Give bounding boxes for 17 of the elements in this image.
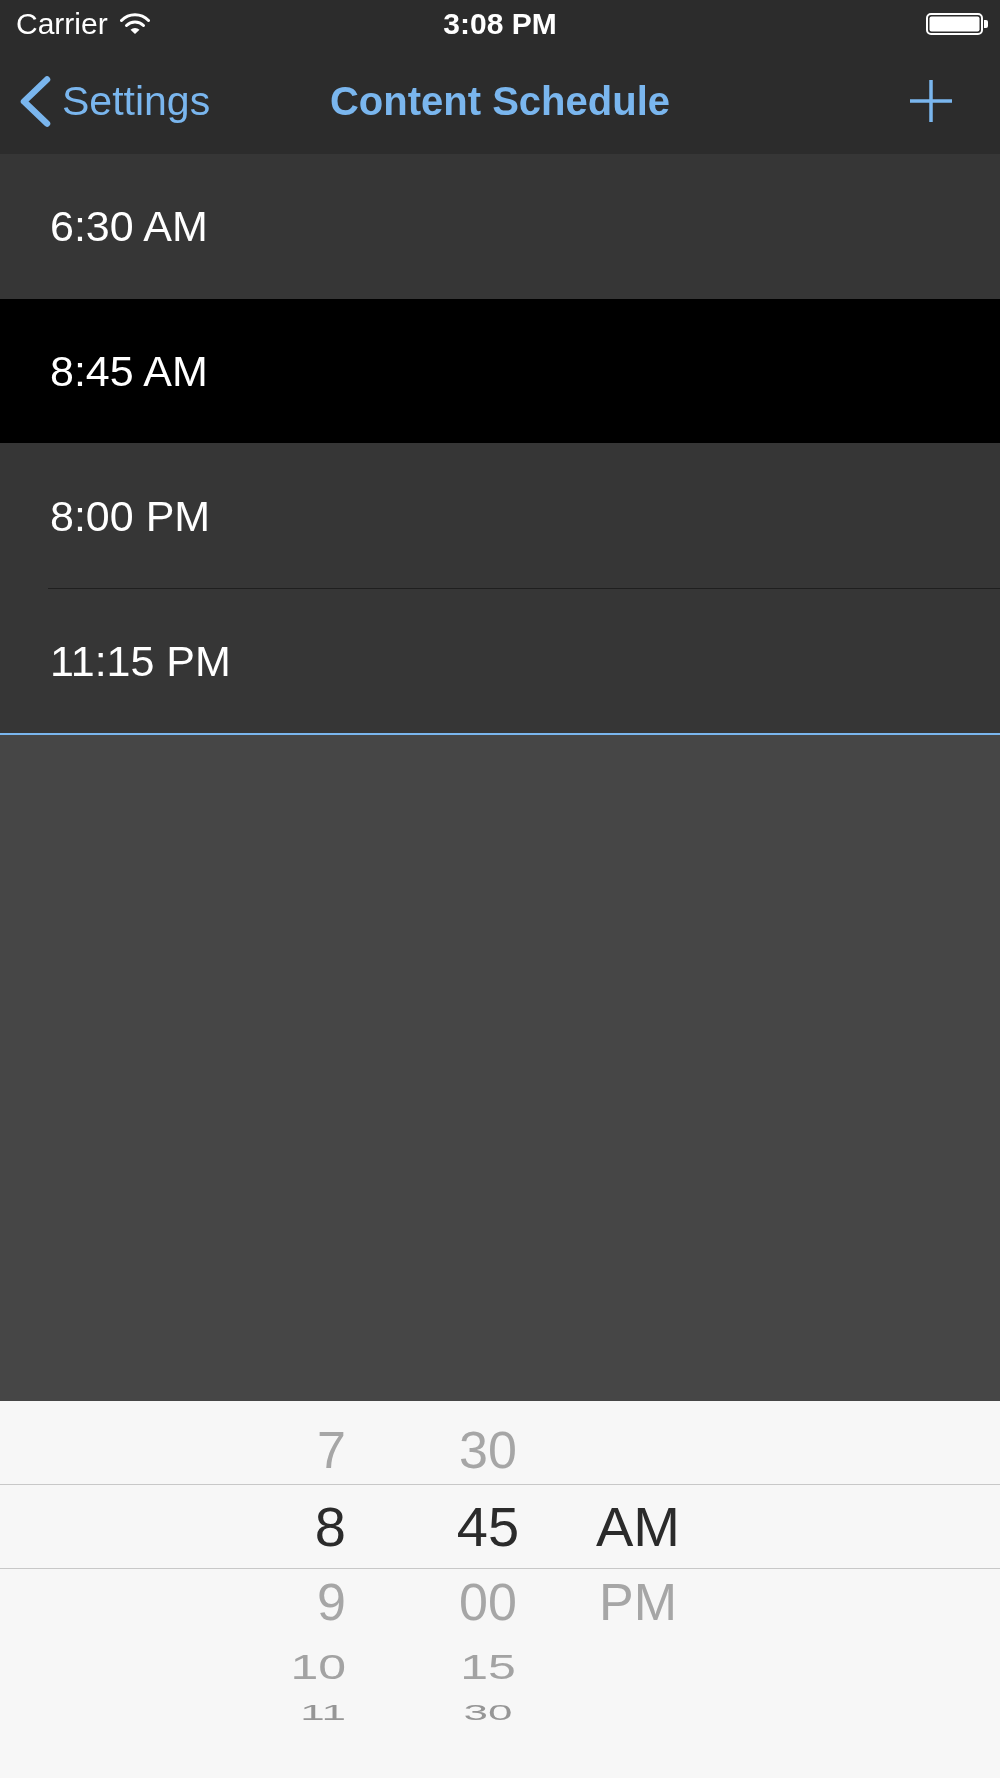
wifi-icon [119, 13, 150, 35]
picker-item[interactable]: 8 [314, 1499, 346, 1555]
chevron-left-icon [18, 75, 51, 127]
battery-icon [926, 13, 989, 35]
plus-icon [910, 80, 952, 122]
picker-item[interactable]: AM [596, 1499, 680, 1555]
schedule-row[interactable]: 8:00 PM [0, 444, 1000, 588]
picker-item[interactable]: 45 [456, 1499, 520, 1555]
nav-title: Content Schedule [330, 81, 670, 121]
status-time: 3:08 PM [443, 9, 557, 39]
back-button[interactable]: Settings [18, 75, 211, 127]
schedule-row[interactable]: 11:15 PM [0, 589, 1000, 733]
schedule-row[interactable]: 6:30 AM [0, 154, 1000, 298]
carrier-name: Carrier [16, 9, 108, 39]
schedule-row[interactable]: 8:45 AM [0, 299, 1000, 443]
time-picker[interactable]: 7 8 9 10 11 30 45 00 15 30 AM PM [0, 1401, 1000, 1778]
add-button[interactable] [908, 78, 954, 124]
